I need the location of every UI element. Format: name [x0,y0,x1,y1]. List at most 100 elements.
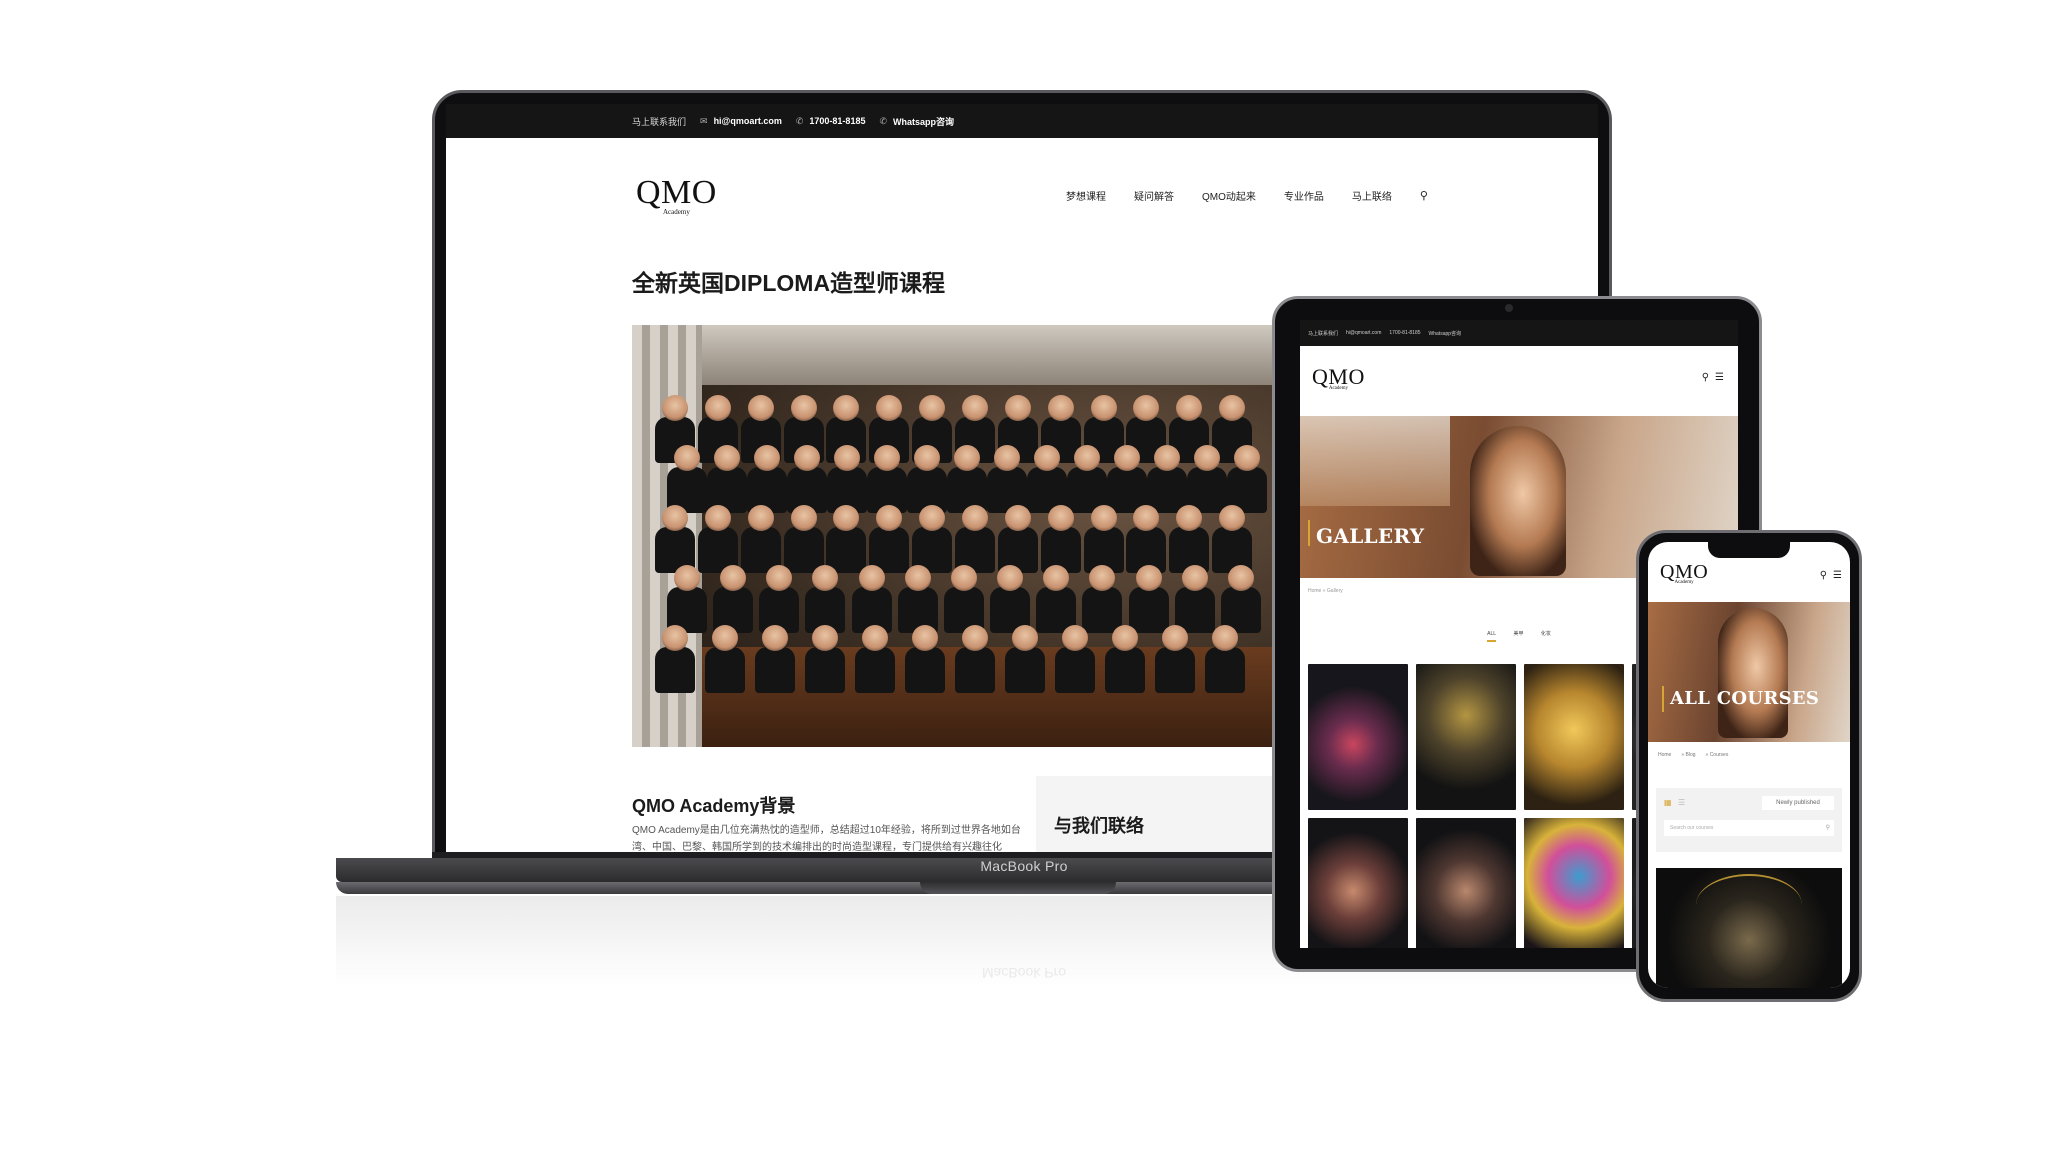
gallery-item[interactable] [1308,818,1408,948]
hamburger-icon[interactable]: ☰ [1715,372,1724,383]
photo-person-head [962,395,988,421]
banner-portrait [1470,426,1566,576]
photo-person-head [1034,445,1060,471]
breadcrumb-home[interactable]: Home [1658,752,1671,758]
photo-person-head [662,505,688,531]
photo-person-head [1194,445,1220,471]
site-logo[interactable]: QMO Academy [1312,364,1365,392]
topbar-email-link[interactable]: hi@qmoart.com [1346,330,1381,336]
photo-person-head [858,565,885,591]
nav-item-contact[interactable]: 马上联络 [1352,188,1392,203]
breadcrumb: Home » Gallery [1308,588,1343,594]
gallery-item[interactable] [1524,818,1624,948]
gallery-item[interactable] [1524,664,1624,810]
photo-person-head [1227,565,1254,591]
photo-person-head [1219,395,1246,421]
search-icon[interactable]: ⚲ [1420,189,1428,202]
photo-person-head [1074,445,1100,471]
photo-person-body [805,647,845,693]
photo-person-body [1128,587,1169,633]
logo-main-text: QMO [636,174,717,211]
gallery-item[interactable] [1308,664,1408,810]
photo-person-head [1219,505,1246,531]
grid-view-icon[interactable]: ▦ [1664,798,1672,807]
envelope-icon: ✉ [700,115,708,126]
tablet-camera [1505,304,1513,312]
photo-person-head [812,625,838,651]
course-card-image[interactable] [1656,868,1842,988]
courses-banner [1648,602,1850,742]
list-view-icon[interactable]: ☰ [1678,798,1685,807]
gallery-title: GALLERY [1316,524,1425,548]
laptop-topbar: 马上联系我们 ✉ hi@qmoart.com ✆ 1700-81-8185 ✆ … [446,104,1598,138]
site-logo[interactable]: QMO Academy [1660,562,1708,585]
photo-person-head [1112,625,1138,651]
phone-icon: ✆ [879,115,888,126]
section-paragraph: QMO Academy是由几位充满热忱的造型师，总结超过10年经验，将所到过世界… [632,825,1021,853]
hamburger-icon[interactable]: ☰ [1833,570,1842,581]
search-icon[interactable]: ⚲ [1820,570,1827,581]
gallery-item[interactable] [1416,818,1516,948]
photo-person-head [720,565,747,591]
breadcrumb-blog[interactable]: » Blog [1681,752,1695,758]
filter-nails[interactable]: 美甲 [1513,631,1523,637]
page-title: 全新英国DIPLOMA造型师课程 [632,270,946,296]
site-logo[interactable]: QMO Academy [636,174,717,217]
breadcrumb-home[interactable]: Home [1308,588,1321,594]
device-mockup-stage: 马上联系我们 ✉ hi@qmoart.com ✆ 1700-81-8185 ✆ … [0,0,2048,1152]
photo-person-head [834,445,860,471]
topbar-phone-link[interactable]: 1700-81-8185 [1389,330,1420,336]
photo-person-head [1154,445,1180,471]
topbar-whatsapp-link[interactable]: Whatsapp咨询 [893,115,954,128]
laptop-open-notch [920,882,1116,894]
photo-person-body [855,647,895,693]
photo-person-body [826,527,867,573]
filter-all[interactable]: ALL [1487,631,1497,642]
search-icon: ⚲ [1825,825,1830,831]
banner-portrait [1718,608,1788,738]
photo-person-head [962,625,988,651]
courses-title: ALL COURSES [1670,688,1820,709]
photo-person-body [1205,647,1245,693]
filter-makeup[interactable]: 化妆 [1541,631,1551,637]
photo-person-head [1162,625,1188,651]
crown-decoration [1696,874,1802,936]
photo-person-head [1012,625,1038,651]
photo-person-head [1114,445,1140,471]
photo-person-body [1155,647,1195,693]
photo-person-head [874,445,900,471]
photo-person-head [1212,625,1238,651]
breadcrumb-current: » Gallery [1322,588,1343,594]
contact-heading: 与我们联络 [1054,816,1144,836]
nav-item-faq[interactable]: 疑问解答 [1134,188,1174,203]
photo-person-head [1047,395,1074,421]
main-nav: 梦想课程 疑问解答 QMO动起来 专业作品 马上联络 ⚲ [1066,188,1428,203]
sort-select[interactable]: Newly published [1762,796,1834,810]
topbar-contact-label: 马上联系我们 [1308,330,1339,337]
gallery-item[interactable] [1416,664,1516,810]
search-icon[interactable]: ⚲ [1702,372,1709,383]
banner-accent-bar [1308,520,1310,546]
photo-person-head [950,565,977,591]
section-heading: QMO Academy背景 [632,796,796,816]
nav-item-activities[interactable]: QMO动起来 [1202,188,1256,203]
topbar-whatsapp-link[interactable]: Whatsapp咨询 [1429,330,1462,337]
photo-person-head [1090,505,1117,531]
topbar-email-link[interactable]: hi@qmoart.com [714,116,782,126]
photo-person-head [862,625,888,651]
photo-person-head [1047,505,1074,531]
photo-person-head [994,445,1020,471]
phone-icon: ✆ [795,115,804,126]
photo-person-head [790,505,817,531]
photo-person-head [962,505,988,531]
nav-item-courses[interactable]: 梦想课程 [1066,188,1106,203]
course-search-input[interactable]: Search our courses ⚲ [1664,820,1834,836]
photo-person-head [914,445,940,471]
tablet-topbar: 马上联系我们 hi@qmoart.com 1700-81-8185 Whatsa… [1300,320,1738,346]
logo-main-text: QMO [1312,364,1365,389]
topbar-phone-link[interactable]: 1700-81-8185 [809,116,865,126]
nav-item-portfolio[interactable]: 专业作品 [1284,188,1324,203]
banner-accent-bar [1662,686,1664,712]
photo-person-head [997,565,1024,591]
photo-person-head [1234,445,1260,471]
